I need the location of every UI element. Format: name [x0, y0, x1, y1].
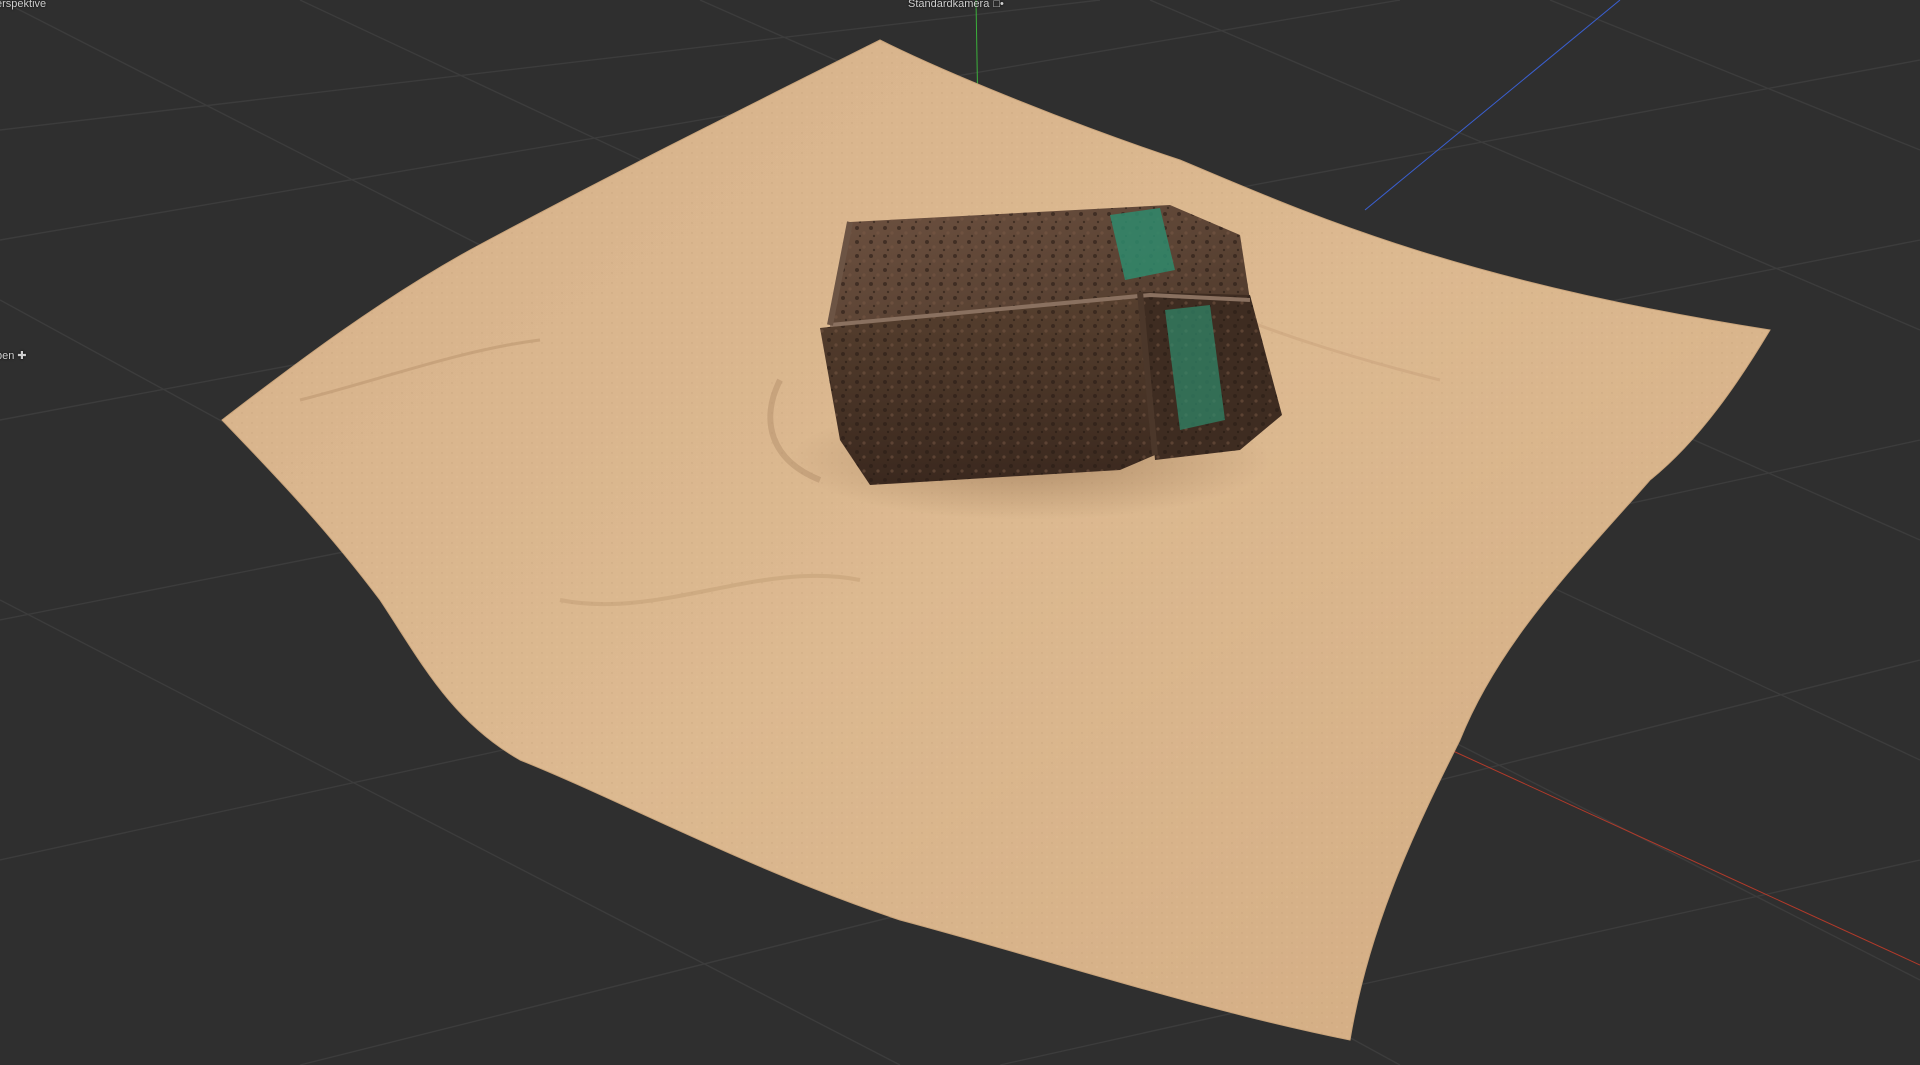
- camera-name-text: Standardkamera: [908, 0, 990, 10]
- camera-icon: □•: [993, 0, 1004, 10]
- sand-mesh: [221, 39, 1771, 1041]
- edge-label[interactable]: ben ✚: [0, 350, 27, 363]
- view-name-label: erspektive: [0, 0, 46, 11]
- scene-canvas[interactable]: [0, 0, 1920, 1065]
- 3d-viewport[interactable]: erspektive Standardkamera □• ben ✚: [0, 0, 1920, 1065]
- move-icon: ✚: [17, 350, 27, 362]
- camera-selector[interactable]: Standardkamera □•: [908, 0, 1004, 11]
- edge-label-text: ben: [0, 350, 15, 362]
- view-name-text: erspektive: [0, 0, 47, 10]
- z-axis-line: [1364, 0, 1621, 211]
- x-axis-line: [1439, 744, 1920, 966]
- rusty-box-mesh: [820, 205, 1282, 485]
